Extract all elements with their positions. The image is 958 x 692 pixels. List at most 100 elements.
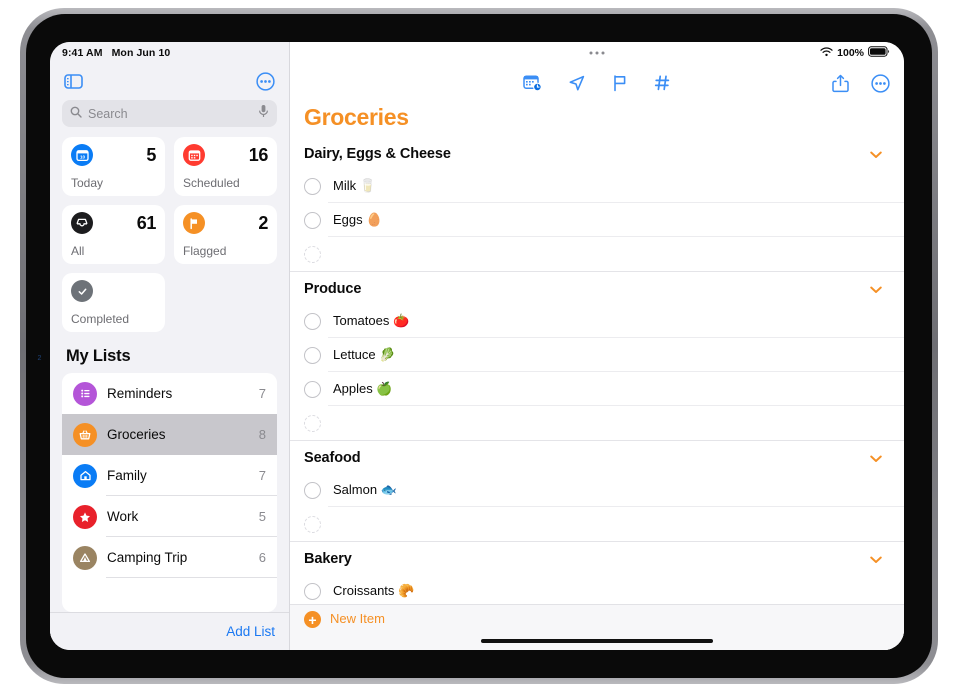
list-name: Reminders: [107, 386, 173, 401]
chevron-down-icon[interactable]: [870, 552, 882, 567]
reminder-item[interactable]: Croissants 🥐: [290, 574, 904, 608]
bullet-list-icon: [73, 381, 97, 406]
add-list-button[interactable]: Add List: [226, 624, 275, 639]
more-circle-icon[interactable]: [871, 73, 890, 93]
sidebar-item-reminders[interactable]: Reminders 7: [62, 373, 277, 414]
smart-label-all: All: [71, 244, 85, 258]
smart-label-today: Today: [71, 176, 104, 190]
reminder-empty-row[interactable]: [290, 507, 904, 541]
smart-label-flagged: Flagged: [183, 244, 227, 258]
sidebar-item-camping-trip[interactable]: Camping Trip 6: [62, 537, 277, 578]
search-container: [50, 98, 289, 137]
list-count: 5: [258, 509, 266, 524]
sidebar-toolbar: [50, 64, 289, 98]
checkbox-circle-icon[interactable]: [304, 582, 321, 600]
bezel-marking: 2: [37, 355, 42, 362]
status-time: 9:41 AM: [62, 47, 103, 59]
checkbox-circle-icon[interactable]: [304, 481, 321, 499]
checkbox-circle-icon[interactable]: [304, 312, 321, 330]
svg-text:10: 10: [79, 154, 85, 159]
smart-count-all: 61: [136, 212, 157, 233]
smart-card-scheduled[interactable]: 16 Scheduled: [174, 137, 277, 196]
checkbox-circle-icon[interactable]: [304, 380, 321, 398]
location-arrow-icon[interactable]: [568, 74, 586, 92]
section-header-bakery[interactable]: Bakery: [290, 542, 904, 574]
section-header-seafood[interactable]: Seafood: [290, 441, 904, 473]
chevron-down-icon[interactable]: [870, 451, 882, 466]
sidebar-item-family[interactable]: Family 7: [62, 455, 277, 496]
checkbox-circle-placeholder-icon[interactable]: [304, 414, 321, 432]
plus-circle-icon: +: [304, 611, 321, 628]
hashtag-icon[interactable]: [654, 74, 671, 92]
reminder-item[interactable]: Eggs 🥚: [290, 203, 904, 237]
smart-card-completed[interactable]: Completed: [62, 273, 165, 332]
smart-card-all[interactable]: 61 All: [62, 205, 165, 264]
reminder-item[interactable]: Salmon 🐟: [290, 473, 904, 507]
checkmark-icon: [71, 280, 93, 302]
multitasking-dots-icon[interactable]: [589, 51, 605, 55]
list-count: 8: [258, 427, 266, 442]
status-date: Mon Jun 10: [111, 47, 171, 59]
smart-label-scheduled: Scheduled: [183, 176, 240, 190]
checkbox-circle-icon[interactable]: [304, 211, 321, 229]
list-count: 7: [258, 468, 266, 483]
chevron-down-icon[interactable]: [870, 147, 882, 162]
share-icon[interactable]: [832, 74, 849, 93]
calendar-day-icon: 10: [71, 144, 93, 166]
reminder-item[interactable]: Apples 🍏: [290, 372, 904, 406]
my-lists-heading: My Lists: [66, 347, 131, 365]
reminder-empty-row[interactable]: [290, 237, 904, 271]
list-count: 6: [258, 550, 266, 565]
reminder-item[interactable]: Tomatoes 🍅: [290, 304, 904, 338]
reminder-text: Eggs 🥚: [333, 212, 383, 227]
smart-lists-grid: 10 5 Today 16 Scheduled 61 All 2 Flagged…: [50, 137, 289, 332]
sidebar-item-work[interactable]: Work 5: [62, 496, 277, 537]
checkbox-circle-icon[interactable]: [304, 346, 321, 364]
search-box[interactable]: [62, 100, 277, 127]
toolbar-right-actions: [832, 73, 890, 93]
flag-outline-icon[interactable]: [612, 74, 628, 92]
wifi-icon: [820, 46, 833, 60]
smart-count-scheduled: 16: [248, 144, 269, 165]
smart-label-completed: Completed: [71, 312, 130, 326]
section-header-dairy[interactable]: Dairy, Eggs & Cheese: [290, 137, 904, 169]
calendar-clock-icon[interactable]: [523, 74, 542, 92]
checkbox-circle-placeholder-icon[interactable]: [304, 515, 321, 533]
smart-card-flagged[interactable]: 2 Flagged: [174, 205, 277, 264]
sidebar-item-groceries[interactable]: Groceries 8: [62, 414, 277, 455]
ipad-screen: 9:41 AM Mon Jun 10 Search 10 5 Today 16 …: [50, 42, 904, 650]
star-icon: [73, 504, 97, 529]
reminder-empty-row[interactable]: [290, 406, 904, 440]
new-item-button[interactable]: + New Item: [290, 604, 904, 650]
status-right-group: 100%: [820, 46, 890, 60]
microphone-icon[interactable]: [258, 104, 269, 123]
device-screen-bezel: 2 9:41 AM Mon Jun 10 Search 10 5 Today 1…: [26, 14, 932, 678]
search-icon: [70, 105, 82, 123]
chevron-down-icon[interactable]: [870, 282, 882, 297]
smart-count-today: 5: [146, 144, 156, 165]
calendar-icon: [183, 144, 205, 166]
sidebar-status-bar: 9:41 AM Mon Jun 10: [50, 42, 289, 64]
tent-icon: [73, 545, 97, 570]
basket-icon: [73, 422, 97, 447]
flag-icon: [183, 212, 205, 234]
reminder-text: Apples 🍏: [333, 381, 393, 396]
list-name: Groceries: [107, 427, 166, 442]
battery-percent-label: 100%: [837, 47, 864, 59]
house-icon: [73, 463, 97, 488]
main-content: 100% Groceries Dairy, Eggs & Cheese Milk…: [290, 42, 904, 650]
section-header-produce[interactable]: Produce: [290, 272, 904, 304]
row-divider: [106, 577, 277, 578]
more-circle-icon[interactable]: [256, 71, 275, 91]
checkbox-circle-icon[interactable]: [304, 177, 321, 195]
list-count: 7: [258, 386, 266, 401]
search-input[interactable]: [88, 106, 252, 121]
reminder-text: Milk 🥛: [333, 178, 376, 193]
reminder-item[interactable]: Lettuce 🥬: [290, 338, 904, 372]
smart-card-today[interactable]: 10 5 Today: [62, 137, 165, 196]
sidebar-toggle-icon[interactable]: [64, 73, 83, 89]
reminder-item[interactable]: Milk 🥛: [290, 169, 904, 203]
my-lists-container: Reminders 7 Groceries 8 Family 7 Work 5 …: [62, 373, 277, 612]
checkbox-circle-placeholder-icon[interactable]: [304, 245, 321, 263]
battery-full-icon: [868, 46, 890, 60]
